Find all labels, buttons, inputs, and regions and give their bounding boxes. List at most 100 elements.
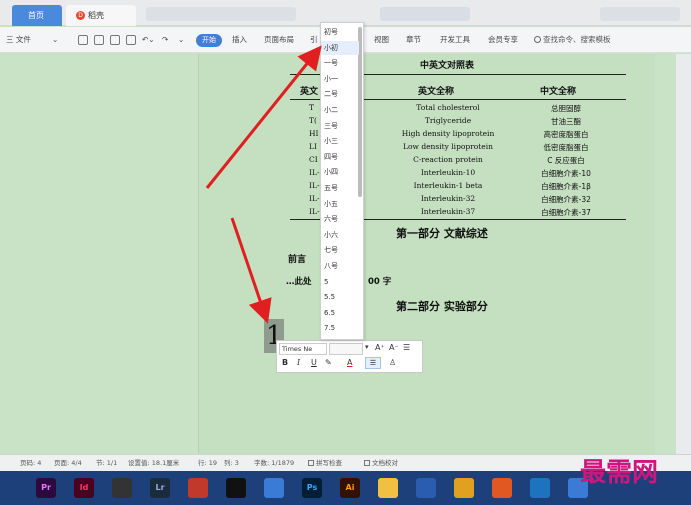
- document-page[interactable]: [198, 54, 655, 454]
- tab-chapter[interactable]: 章节: [406, 27, 421, 53]
- taskbar-app-icon[interactable]: [454, 478, 474, 498]
- preface-note-tail: 00 字: [368, 277, 392, 287]
- shrink-font-button[interactable]: A⁻: [389, 343, 399, 352]
- docer-logo-icon: D: [76, 11, 85, 20]
- taskbar-app-icon[interactable]: Pr: [36, 478, 56, 498]
- tab-start[interactable]: 开始: [196, 34, 222, 47]
- more-icon[interactable]: ⌄: [178, 27, 184, 53]
- font-size-option[interactable]: 小四: [321, 165, 359, 179]
- font-size-option[interactable]: 小三: [321, 134, 359, 148]
- font-size-dropdown-icon[interactable]: ▾: [365, 343, 369, 351]
- font-size-option[interactable]: 小二: [321, 103, 359, 117]
- taskbar-app-icon[interactable]: [416, 478, 436, 498]
- font-size-option[interactable]: 小六: [321, 228, 359, 242]
- undo-icon[interactable]: ↶⌄: [142, 27, 155, 53]
- font-size-option[interactable]: 四号: [321, 150, 359, 164]
- table-cell-en: Total cholesterol: [416, 103, 480, 112]
- line-spacing-icon[interactable]: ☰: [403, 343, 410, 352]
- save-icon[interactable]: [94, 35, 104, 45]
- table-cell-en: Interleukin-1 beta: [413, 181, 483, 190]
- tab-page-layout[interactable]: 页面布局: [264, 27, 294, 53]
- font-size-option[interactable]: 一号: [321, 56, 359, 70]
- preview-icon[interactable]: [126, 35, 136, 45]
- font-size-option[interactable]: 初号: [321, 25, 359, 39]
- table-cell-abbr: IL-: [309, 181, 320, 190]
- tab-home[interactable]: 首页: [12, 5, 62, 26]
- status-words: 字数: 1/1879: [254, 459, 295, 467]
- font-size-option[interactable]: 7.5: [321, 321, 359, 335]
- table-cell-zh: 白细胞介素-32: [541, 195, 591, 204]
- highlight-icon[interactable]: ✎: [325, 358, 332, 367]
- font-color-button[interactable]: A: [347, 358, 352, 367]
- font-size-option[interactable]: 小初: [321, 40, 359, 55]
- table-cell-abbr: LI: [309, 142, 317, 151]
- font-size-option[interactable]: 6.5: [321, 306, 359, 320]
- print-icon[interactable]: [110, 35, 120, 45]
- table-cell-en: High density lipoprotein: [401, 129, 495, 138]
- tab-references[interactable]: 引: [310, 27, 318, 53]
- underline-button[interactable]: U: [311, 358, 317, 367]
- taskbar-app-icon[interactable]: [530, 478, 550, 498]
- table-cell-en: C-reaction protein: [413, 155, 483, 164]
- taskbar-app-icon[interactable]: Lr: [150, 478, 170, 498]
- font-size-dropdown: 初号 小初 一号小一 二号小二三号 小三四号 小四五号小五 六号小六 七号八号 5 5.5 6.5 7…: [320, 22, 364, 340]
- font-size-option[interactable]: 八号: [321, 259, 359, 273]
- font-size-option[interactable]: 小五: [321, 197, 359, 211]
- tab-docer[interactable]: D 稻壳: [66, 5, 136, 26]
- tab-insert[interactable]: 插入: [232, 27, 247, 53]
- taskbar-app-icon[interactable]: [264, 478, 284, 498]
- status-page: 页码: 4: [20, 459, 42, 467]
- tab-member[interactable]: 会员专享: [488, 27, 518, 53]
- proofread-toggle[interactable]: 文档校对: [364, 455, 398, 472]
- col-header-abbr: 英文: [300, 87, 319, 97]
- tab-view[interactable]: 视图: [374, 27, 389, 53]
- table-cell-en: Low density lipoprotein: [403, 142, 493, 151]
- file-menu[interactable]: 三 文件: [6, 27, 31, 53]
- table-cell-zh: 甘油三酯: [551, 117, 581, 126]
- taskbar-app-icon[interactable]: Id: [74, 478, 94, 498]
- blurred-tab[interactable]: [380, 7, 470, 21]
- font-size-option[interactable]: 5: [321, 275, 359, 289]
- italic-button[interactable]: I: [297, 358, 300, 367]
- open-icon[interactable]: [78, 35, 88, 45]
- taskbar-app-icon[interactable]: [226, 478, 246, 498]
- blurred-tab[interactable]: [146, 7, 296, 21]
- redo-icon[interactable]: ↷: [162, 27, 168, 53]
- table-cell-en: Triglyceride: [424, 116, 472, 125]
- font-size-option[interactable]: 三号: [321, 119, 359, 133]
- taskbar-app-icon[interactable]: [112, 478, 132, 498]
- font-size-option[interactable]: 5.5: [321, 290, 359, 304]
- font-size-option[interactable]: 五号: [321, 181, 359, 195]
- chevron-down-icon[interactable]: ⌄: [52, 27, 58, 53]
- heading-part2: 第二部分 实验部分: [396, 300, 488, 313]
- table-cell-zh: 低密度脂蛋白: [543, 143, 589, 152]
- col-header-zh: 中文全称: [540, 87, 577, 97]
- font-size-option[interactable]: 二号: [321, 87, 359, 101]
- font-size-option[interactable]: 七号: [321, 243, 359, 257]
- table-cell-abbr: T: [309, 103, 315, 112]
- align-icon[interactable]: ☰: [365, 357, 381, 369]
- taskbar-app-icon[interactable]: Ai: [340, 478, 360, 498]
- window-controls[interactable]: [600, 7, 680, 21]
- status-row: 行: 19: [198, 459, 218, 467]
- spell-check-toggle[interactable]: 拼写检查: [308, 455, 342, 472]
- taskbar-app-icon[interactable]: [492, 478, 512, 498]
- taskbar-app-icon[interactable]: Ps: [302, 478, 322, 498]
- grow-font-button[interactable]: A⁺: [375, 343, 385, 352]
- taskbar-app-icon[interactable]: [378, 478, 398, 498]
- tab-docer-label: 稻壳: [88, 11, 104, 20]
- font-size-option[interactable]: 六号: [321, 212, 359, 226]
- format-painter-icon[interactable]: ♙: [389, 358, 396, 367]
- table-cell-zh: 白细胞介素-1β: [541, 182, 591, 191]
- taskbar-app-icon[interactable]: [188, 478, 208, 498]
- font-size-option[interactable]: 小一: [321, 72, 359, 86]
- bold-button[interactable]: B: [282, 358, 288, 367]
- table-cell-en: Interleukin-10: [420, 168, 476, 177]
- table-cell-zh: 白细胞介素-10: [541, 169, 591, 178]
- font-size-box[interactable]: [329, 343, 363, 355]
- status-setting: 设置值: 18.1厘米: [128, 459, 180, 467]
- command-search[interactable]: 查找命令、搜索模板: [534, 33, 624, 47]
- vertical-scrollbar[interactable]: [676, 54, 691, 454]
- tab-developer[interactable]: 开发工具: [440, 27, 470, 53]
- font-name-box[interactable]: Times Ne: [279, 343, 327, 355]
